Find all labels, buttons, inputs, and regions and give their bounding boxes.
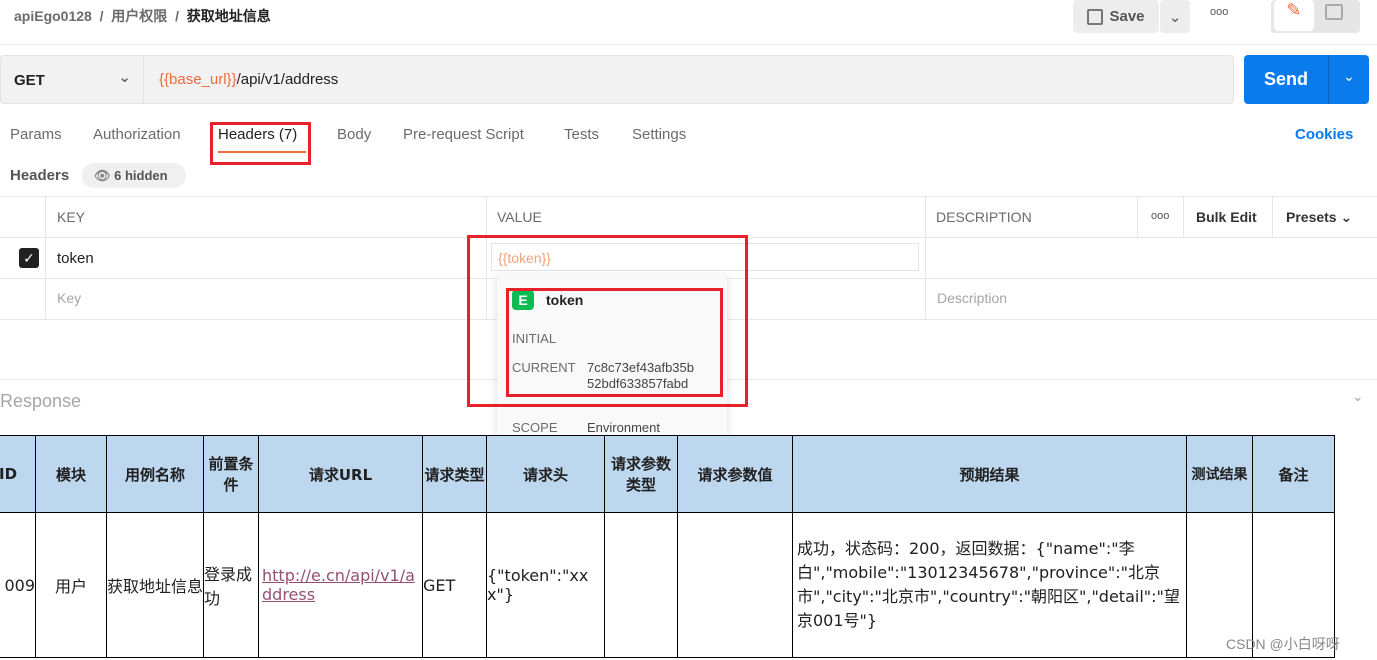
cell-header: {"token":"xxx"} [486, 512, 605, 658]
cell-name: 获取地址信息 [106, 512, 204, 658]
column-key: KEY [57, 209, 86, 225]
pencil-icon[interactable]: ✎ [1274, 0, 1314, 31]
excel-header: 用例名称 [106, 435, 204, 513]
hidden-headers-toggle[interactable]: 👁 6 hidden [82, 163, 186, 188]
excel-header: ID [0, 435, 36, 513]
chevron-down-icon: ⌄ [1340, 209, 1353, 225]
cookies-link[interactable]: Cookies [1295, 126, 1353, 143]
tab-settings[interactable]: Settings [632, 126, 686, 143]
more-columns-button[interactable]: ooo [1151, 210, 1169, 222]
separator: / [99, 8, 104, 24]
breadcrumb-workspace[interactable]: apiEgo0128 [14, 8, 92, 24]
url-variable: {{base_url}} [159, 71, 237, 88]
eye-icon: 👁 [94, 168, 111, 183]
cell-param-value [677, 512, 793, 658]
excel-header: 请求URL [258, 435, 423, 513]
save-button[interactable]: Save [1073, 0, 1159, 33]
cell-expected: 成功，状态码：200，返回数据：{"name":"李白","mobile":"1… [792, 512, 1187, 658]
excel-header: 请求参数类型 [604, 435, 678, 513]
scope-label: SCOPE [512, 420, 558, 435]
url-path: /api/v1/address [236, 71, 339, 88]
cell-module: 用户 [35, 512, 107, 658]
cell-method: GET [422, 512, 487, 658]
tab-body[interactable]: Body [337, 126, 371, 143]
url-input[interactable]: {{base_url}}/api/v1/address [159, 71, 338, 88]
comment-icon[interactable] [1325, 4, 1343, 20]
send-dropdown[interactable]: ⌄ [1328, 55, 1369, 104]
excel-header: 请求类型 [422, 435, 487, 513]
header-key[interactable]: token [57, 250, 94, 267]
description-placeholder[interactable]: Description [937, 290, 1007, 306]
highlight-box [506, 288, 723, 397]
chevron-down-icon[interactable]: ⌄ [1352, 388, 1364, 405]
cell-id: 009 [0, 512, 36, 658]
chevron-down-icon: ⌄ [1168, 8, 1182, 26]
headers-title: Headers [10, 167, 70, 184]
save-dropdown[interactable]: ⌄ [1160, 0, 1190, 33]
separator: / [175, 8, 179, 24]
save-label: Save [1109, 8, 1145, 25]
cell-url[interactable]: http://e.cn/api/v1/address [258, 512, 423, 658]
excel-header: 请求参数值 [677, 435, 793, 513]
bulk-edit-button[interactable]: Bulk Edit [1196, 209, 1257, 225]
cell-precondition: 登录成功 [203, 512, 259, 658]
method-select[interactable]: GET ⌄ [0, 55, 144, 104]
column-description: DESCRIPTION [936, 209, 1032, 225]
more-button[interactable]: ooo [1210, 6, 1228, 18]
excel-header: 模块 [35, 435, 107, 513]
header-enabled-checkbox[interactable]: ✓ [19, 248, 39, 268]
chevron-down-icon: ⌄ [118, 69, 131, 86]
send-button[interactable]: Send [1244, 55, 1328, 104]
excel-header: 请求头 [486, 435, 605, 513]
excel-header: 测试结果 [1186, 435, 1253, 513]
tab-params[interactable]: Params [10, 126, 62, 143]
excel-test-case-table: ID 模块 用例名称 前置条件 请求URL 请求类型 请求头 请求参数类型 请求… [0, 435, 1335, 658]
breadcrumb: apiEgo0128 / 用户权限 / 获取地址信息 [14, 6, 271, 26]
excel-header: 预期结果 [792, 435, 1187, 513]
tab-authorization[interactable]: Authorization [93, 126, 181, 143]
cell-param-type [604, 512, 678, 658]
key-placeholder[interactable]: Key [57, 290, 81, 306]
breadcrumb-request: 获取地址信息 [186, 8, 271, 24]
column-value: VALUE [497, 209, 542, 225]
tab-tests[interactable]: Tests [564, 126, 599, 143]
tab-pre-request-script[interactable]: Pre-request Script [403, 126, 524, 143]
response-label: Response [0, 391, 82, 411]
breadcrumb-folder[interactable]: 用户权限 [111, 8, 167, 24]
divider [0, 44, 1377, 45]
presets-button[interactable]: Presets ⌄ [1286, 209, 1352, 226]
excel-header: 备注 [1252, 435, 1335, 513]
save-icon [1087, 8, 1104, 25]
scope-value: Environment [587, 420, 660, 435]
highlight-box [210, 122, 311, 165]
watermark: CSDN @小白呀呀 [1226, 636, 1340, 652]
excel-header: 前置条件 [203, 435, 259, 513]
